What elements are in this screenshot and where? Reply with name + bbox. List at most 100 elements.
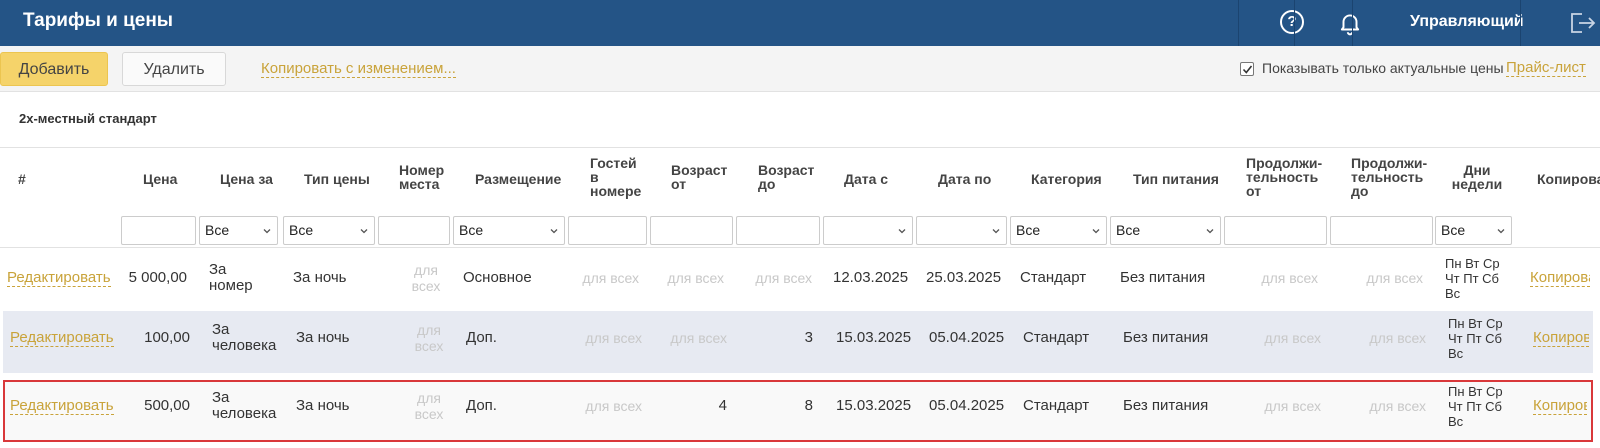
placement-cell: Доп.: [466, 397, 497, 414]
age-to-cell: для всех: [755, 270, 812, 286]
price-for-cell: За человека: [212, 321, 277, 354]
edit-link[interactable]: Редактировать: [7, 270, 111, 287]
col-header-date-to[interactable]: Дата по: [938, 172, 991, 186]
table-row[interactable]: Редактировать 5 000,00 За номер За ночь …: [3, 250, 1593, 310]
duration-to-cell: для всех: [1366, 270, 1423, 286]
place-no-cell: для всех: [414, 390, 444, 422]
col-header-guests[interactable]: Гостей в номере: [590, 156, 646, 198]
logout-icon[interactable]: [1568, 10, 1596, 36]
duration-to-cell: для всех: [1369, 330, 1426, 346]
filter-weekdays-select[interactable]: Все: [1435, 216, 1512, 245]
duration-from-cell: для всех: [1264, 398, 1321, 414]
chevron-down-icon: [1497, 229, 1505, 234]
col-header-meal[interactable]: Тип питания: [1133, 172, 1219, 186]
price-cell: 100,00: [144, 329, 190, 346]
duration-to-cell: для всех: [1369, 398, 1426, 414]
filter-value: Все: [1116, 222, 1141, 238]
col-header-placement[interactable]: Размещение: [475, 172, 561, 186]
filter-age-to-input[interactable]: [736, 216, 820, 245]
col-header-age-to[interactable]: Возраст до: [758, 163, 818, 191]
top-bar: Тарифы и цены ? Управляющий: [0, 0, 1600, 46]
copy-link[interactable]: Копировать: [1533, 330, 1589, 347]
only-actual-checkbox[interactable]: [1240, 62, 1254, 76]
edit-link[interactable]: Редактировать: [10, 330, 114, 347]
filter-price-type-select[interactable]: Все: [283, 216, 375, 245]
guests-cell: для всех: [585, 330, 642, 346]
filter-price-for-select[interactable]: Все: [199, 216, 278, 245]
price-cell: 500,00: [144, 397, 190, 414]
filter-category-select[interactable]: Все: [1010, 216, 1107, 245]
help-icon[interactable]: ?: [1280, 10, 1304, 34]
filter-duration-to-input[interactable]: [1330, 216, 1433, 245]
price-type-cell: За ночь: [293, 269, 347, 286]
chevron-down-icon: [1206, 229, 1214, 234]
col-header-price-type[interactable]: Тип цены: [304, 172, 370, 186]
chevron-down-icon: [263, 229, 271, 234]
filter-price-input[interactable]: [121, 216, 196, 245]
user-menu[interactable]: Управляющий: [1410, 13, 1524, 31]
date-to-cell: 05.04.2025: [929, 329, 1005, 346]
date-from-cell: 15.03.2025: [836, 329, 912, 346]
checkmark-icon: [1242, 65, 1253, 74]
age-from-cell: 4: [718, 397, 727, 414]
copy-link[interactable]: Копировать: [1533, 398, 1587, 415]
filter-duration-from-input[interactable]: [1224, 216, 1327, 245]
category-cell: Стандарт: [1020, 269, 1087, 286]
col-header-age-from[interactable]: Возраст от: [671, 163, 731, 191]
col-header-copy: Копировать: [1537, 172, 1600, 186]
weekdays-cell: Пн Вт Ср Чт Пт Сб Вс: [1448, 384, 1503, 429]
edit-link[interactable]: Редактировать: [10, 398, 114, 415]
header-divider: [1520, 0, 1521, 46]
chevron-down-icon: [992, 229, 1000, 234]
table-row[interactable]: Редактировать 100,00 За человека За ночь…: [3, 311, 1593, 373]
age-from-cell: для всех: [667, 270, 724, 286]
table-row-selected[interactable]: Редактировать 500,00 За человека За ночь…: [3, 380, 1593, 442]
col-header-duration-to[interactable]: Продолжи- тельность до: [1351, 156, 1427, 198]
place-no-cell: для всех: [414, 322, 444, 354]
weekdays-cell: Пн Вт Ср Чт Пт Сб Вс: [1448, 316, 1503, 361]
col-header-category[interactable]: Категория: [1031, 172, 1102, 186]
room-type-title: 2х-местный стандарт: [19, 111, 157, 126]
col-header-price-for[interactable]: Цена за: [220, 172, 273, 186]
date-to-cell: 05.04.2025: [929, 397, 1005, 414]
bell-icon[interactable]: [1337, 10, 1363, 36]
col-header-price[interactable]: Цена: [143, 172, 177, 186]
guests-cell: для всех: [582, 270, 639, 286]
add-button[interactable]: Добавить: [0, 52, 108, 86]
price-cell: 5 000,00: [128, 269, 187, 286]
col-header-date-from[interactable]: Дата с: [844, 172, 888, 186]
price-type-cell: За ночь: [296, 397, 350, 414]
filter-place-no-input[interactable]: [378, 216, 450, 245]
filter-guests-input[interactable]: [568, 216, 647, 245]
filter-date-from-select[interactable]: [823, 216, 913, 245]
weekdays-cell: Пн Вт Ср Чт Пт Сб Вс: [1445, 256, 1500, 301]
chevron-down-icon: [360, 229, 368, 234]
filter-meal-select[interactable]: Все: [1110, 216, 1221, 245]
category-cell: Стандарт: [1023, 329, 1090, 346]
filter-placement-select[interactable]: Все: [453, 216, 565, 245]
header-divider: [1294, 0, 1295, 46]
chevron-down-icon: [1092, 229, 1100, 234]
delete-button[interactable]: Удалить: [122, 52, 226, 86]
duration-from-cell: для всех: [1264, 330, 1321, 346]
price-list-link[interactable]: Прайс-лист: [1506, 59, 1586, 77]
copy-link[interactable]: Копировать: [1530, 270, 1590, 287]
chevron-down-icon: [550, 229, 558, 234]
only-actual-label: Показывать только актуальные цены: [1262, 60, 1504, 76]
price-for-cell: За человека: [212, 389, 277, 422]
copy-with-changes-link[interactable]: Копировать с изменением...: [261, 60, 456, 78]
col-header-place-no[interactable]: Номер места: [399, 163, 449, 191]
date-to-cell: 25.03.2025: [926, 269, 1002, 286]
toolbar: Добавить Удалить Копировать с изменением…: [0, 46, 1600, 92]
place-no-cell: для всех: [411, 262, 441, 294]
placement-cell: Доп.: [466, 329, 497, 346]
filter-value: Все: [1016, 222, 1041, 238]
col-header-num: #: [18, 171, 26, 187]
col-header-duration-from[interactable]: Продолжи- тельность от: [1246, 156, 1322, 198]
filter-value: Все: [289, 222, 314, 238]
filter-date-to-select[interactable]: [916, 216, 1007, 245]
filter-age-from-input[interactable]: [650, 216, 733, 245]
col-header-weekdays[interactable]: Дни недели: [1448, 163, 1506, 191]
page-title: Тарифы и цены: [23, 10, 174, 31]
price-type-cell: За ночь: [296, 329, 350, 346]
